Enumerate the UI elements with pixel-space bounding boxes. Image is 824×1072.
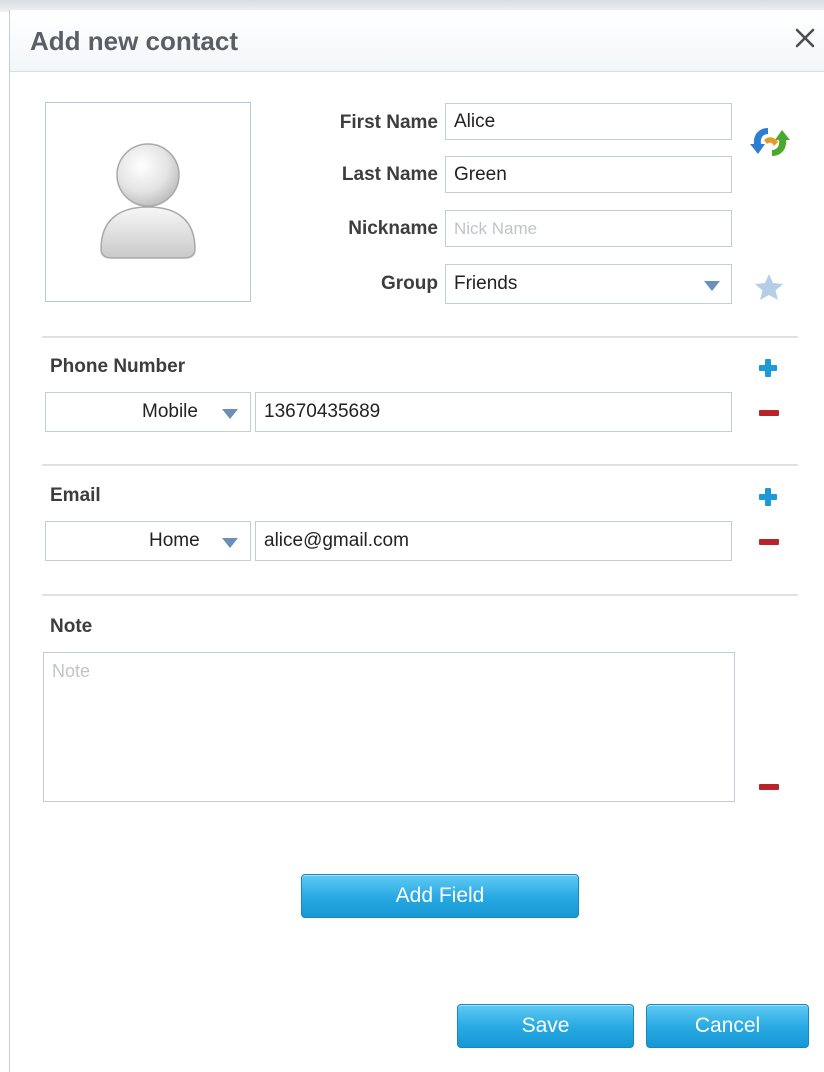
user-silhouette-icon bbox=[100, 143, 196, 259]
group-select[interactable]: Friends bbox=[445, 264, 732, 304]
note-section-title: Note bbox=[50, 616, 93, 637]
last-name-label: Last Name bbox=[341, 164, 438, 185]
star-icon[interactable] bbox=[754, 273, 784, 301]
chevron-down-icon bbox=[222, 409, 238, 419]
cancel-button[interactable]: Cancel bbox=[646, 1004, 809, 1048]
email-field[interactable] bbox=[255, 521, 732, 561]
phone-number-field[interactable] bbox=[255, 392, 732, 432]
divider bbox=[42, 594, 798, 596]
remove-phone-icon[interactable] bbox=[759, 410, 779, 416]
remove-note-icon[interactable] bbox=[759, 784, 779, 790]
phone-type-select[interactable]: Mobile bbox=[45, 392, 251, 432]
add-phone-icon[interactable] bbox=[759, 359, 777, 377]
group-label: Group bbox=[381, 273, 438, 294]
swap-names-icon[interactable] bbox=[750, 124, 790, 160]
close-icon[interactable] bbox=[791, 24, 819, 52]
chevron-down-icon bbox=[222, 538, 238, 548]
first-name-label: First Name bbox=[339, 112, 438, 133]
add-email-icon[interactable] bbox=[759, 488, 777, 506]
save-button[interactable]: Save bbox=[457, 1004, 634, 1048]
nickname-field[interactable] bbox=[445, 210, 732, 247]
phone-type-value: Mobile bbox=[142, 401, 198, 422]
nickname-label: Nickname bbox=[348, 218, 438, 239]
dialog-title: Add new contact bbox=[30, 26, 239, 56]
contact-photo[interactable] bbox=[45, 102, 251, 302]
group-select-value: Friends bbox=[454, 273, 518, 294]
phone-section-title: Phone Number bbox=[50, 356, 186, 377]
divider bbox=[42, 464, 798, 466]
first-name-field[interactable] bbox=[445, 103, 732, 140]
note-field[interactable] bbox=[43, 652, 735, 802]
add-field-button[interactable]: Add Field bbox=[301, 874, 579, 918]
email-section-title: Email bbox=[50, 485, 101, 506]
add-contact-dialog: Add new contact First Name Alice Last Na… bbox=[9, 10, 824, 1072]
chevron-down-icon bbox=[704, 281, 720, 291]
last-name-field[interactable] bbox=[445, 156, 732, 193]
dialog-titlebar: Add new contact bbox=[10, 10, 824, 72]
email-type-select[interactable]: Home bbox=[45, 521, 251, 561]
divider bbox=[42, 336, 798, 338]
remove-email-icon[interactable] bbox=[759, 539, 779, 545]
email-type-value: Home bbox=[149, 530, 200, 551]
